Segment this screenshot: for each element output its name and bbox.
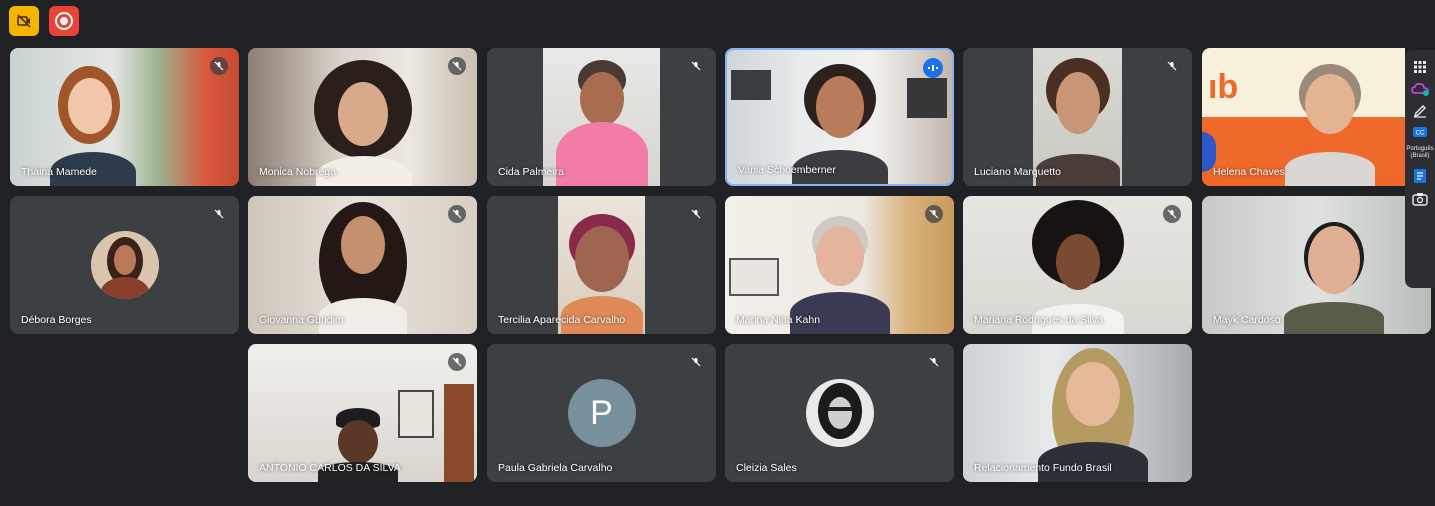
participant-name: Cida Palmeira xyxy=(498,166,564,178)
mic-off-icon xyxy=(448,57,466,75)
mic-off-icon xyxy=(210,205,228,223)
mic-off-icon xyxy=(448,205,466,223)
apps-grid-button[interactable] xyxy=(1407,60,1433,74)
participant-name: ANTONIO CARLOS DA SILVA xyxy=(259,462,401,474)
participant-name: Thainá Mamede xyxy=(21,166,97,178)
draw-button[interactable] xyxy=(1407,104,1433,118)
mic-off-icon xyxy=(925,353,943,371)
participant-name: Luciano Marquetto xyxy=(974,166,1061,178)
captions-icon: CC xyxy=(1413,127,1427,137)
participant-name: Tercilia Aparecida Carvalho xyxy=(498,314,626,326)
participant-name: Vania Schoemberner xyxy=(738,164,836,176)
camera-icon xyxy=(1412,193,1428,206)
avatar xyxy=(805,379,874,447)
cloud-icon xyxy=(1411,83,1429,96)
captions-button[interactable]: CC xyxy=(1407,126,1433,138)
mic-off-icon xyxy=(687,205,705,223)
mic-off-icon xyxy=(687,353,705,371)
participant-name: Mayk Cardoso xyxy=(1213,314,1281,326)
participant-tile[interactable]: ıb Helena Chaves xyxy=(1202,48,1405,186)
participant-tile[interactable]: Luciano Marquetto xyxy=(963,48,1192,186)
mic-off-icon xyxy=(687,57,705,75)
cloud-extension-button[interactable] xyxy=(1407,82,1433,96)
caption-language-label[interactable]: Português (Brasil) xyxy=(1406,146,1433,160)
mic-off-icon xyxy=(210,57,228,75)
participant-tile[interactable]: ANTONIO CARLOS DA SILVA xyxy=(248,344,477,482)
participant-name: Helena Chaves xyxy=(1213,166,1285,178)
participant-tile[interactable]: Marina Nina Kahn xyxy=(725,196,954,334)
avatar: P xyxy=(567,379,636,447)
camera-off-button[interactable] xyxy=(9,6,39,36)
participant-name: Giovanna Gundim xyxy=(259,314,344,326)
document-icon xyxy=(1414,169,1426,183)
svg-text:CC: CC xyxy=(1416,131,1425,137)
participant-name: Marina Nina Kahn xyxy=(736,314,821,326)
recording-button[interactable] xyxy=(49,6,79,36)
avatar xyxy=(90,231,159,299)
participant-name: Paula Gabriela Carvalho xyxy=(498,462,613,474)
notes-button[interactable] xyxy=(1407,168,1433,184)
participant-name: Mariana Rodrigues da Silva xyxy=(974,314,1103,326)
mic-off-icon xyxy=(1163,205,1181,223)
participant-name: Débora Borges xyxy=(21,314,92,326)
participant-tile[interactable]: Giovanna Gundim xyxy=(248,196,477,334)
participant-tile[interactable]: Cleizia Sales xyxy=(725,344,954,482)
participant-tile[interactable]: Thainá Mamede xyxy=(10,48,239,186)
participant-name: Monica Nobrega xyxy=(259,166,337,178)
mic-off-icon xyxy=(448,353,466,371)
participant-tile[interactable]: Cida Palmeira xyxy=(487,48,716,186)
participant-tile[interactable]: Mariana Rodrigues da Silva xyxy=(963,196,1192,334)
mic-off-icon xyxy=(1163,57,1181,75)
camera-off-icon xyxy=(17,14,31,28)
participant-tile[interactable]: Monica Nobrega xyxy=(248,48,477,186)
participant-tile-speaking[interactable]: Vania Schoemberner xyxy=(725,48,954,186)
participant-tile[interactable]: Débora Borges xyxy=(10,196,239,334)
participant-name: Cleizia Sales xyxy=(736,462,797,474)
participant-tile[interactable]: Mayk Cardoso xyxy=(1202,196,1431,334)
logo-graphic: ıb xyxy=(1208,68,1239,106)
pen-icon xyxy=(1413,105,1426,118)
screenshot-button[interactable] xyxy=(1407,192,1433,206)
side-panel: CC Português (Brasil) xyxy=(1405,50,1435,288)
speaking-indicator-icon xyxy=(923,58,943,78)
participant-tile[interactable]: P Paula Gabriela Carvalho xyxy=(487,344,716,482)
record-icon xyxy=(55,12,73,30)
participant-tile[interactable]: Tercilia Aparecida Carvalho xyxy=(487,196,716,334)
participant-name: Relacionamento Fundo Brasil xyxy=(974,462,1112,474)
mic-off-icon xyxy=(925,205,943,223)
participant-tile[interactable]: Relacionamento Fundo Brasil xyxy=(963,344,1192,482)
apps-grid-icon xyxy=(1414,61,1426,73)
